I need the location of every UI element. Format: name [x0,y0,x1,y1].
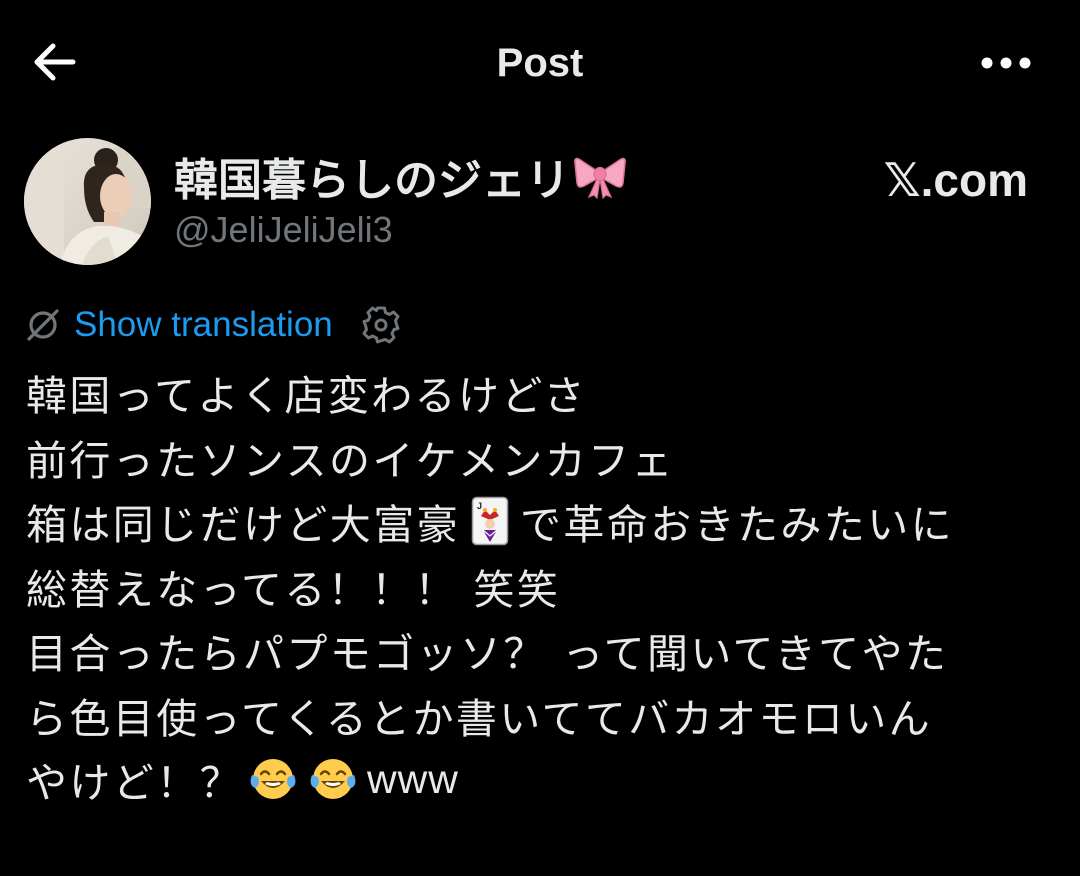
translation-bar: Show translation [24,302,401,348]
gear-icon [362,306,400,344]
post-line-text: 目合ったらパプモゴッソ？ って聞いてきてやた [26,630,949,679]
top-bar: Post [0,0,1080,128]
page-title: Post [496,41,584,85]
post-line: やけど！？ www [26,747,1060,812]
avatar-photo [24,138,151,265]
avatar[interactable] [24,138,151,265]
show-translation-link[interactable]: Show translation [74,305,333,345]
x-com-watermark: 𝕏.com [883,154,1028,206]
post-line-text: やけど！？ [26,759,243,808]
globe-off-icon [24,306,62,344]
author-handle[interactable]: @JeliJeliJeli3 [174,206,393,254]
author-display-name[interactable]: 韓国暮らしのジェリ [174,146,628,206]
post-line: 目合ったらパプモゴッソ？ って聞いてきてやた [26,618,1060,683]
post-line-text: www [367,755,459,802]
post-line-text: 総替えなってる！！！ 笑笑 [26,565,561,614]
post-line: 箱は同じだけど大富豪 J で革命おきたみたいに [26,489,1060,554]
post-text: 韓国ってよく店変わるけどさ 前行ったソンスのイケメンカフェ 箱は同じだけど大富豪… [26,360,1060,812]
post-line-text: ら色目使ってくるとか書いててバカオモロいん [26,694,933,743]
translation-settings-button[interactable] [361,305,401,345]
post-line: 韓国ってよく店変わるけどさ [26,360,1060,425]
joker-card-icon: J [464,495,516,547]
post-line: ら色目使ってくるとか書いててバカオモロいん [26,683,1060,748]
post-line-text: 前行ったソンスのイケメンカフェ [26,436,675,485]
post-line: 前行ったソンスのイケメンカフェ [26,425,1060,490]
post-line-text: 韓国ってよく店変わるけどさ [26,372,587,421]
tears-of-joy-icon [307,753,359,805]
post-line-text: 箱は同じだけど大富豪 [26,501,460,550]
post-line-text: で革命おきたみたいに [520,501,954,550]
more-horizontal-icon [980,55,1032,74]
post-line: 総替えなってる！！！ 笑笑 [26,554,1060,619]
more-options-button[interactable] [976,44,1036,84]
display-name-text: 韓国暮らしのジェリ [174,155,570,206]
tears-of-joy-icon [247,753,299,805]
ribbon-icon [572,148,628,204]
